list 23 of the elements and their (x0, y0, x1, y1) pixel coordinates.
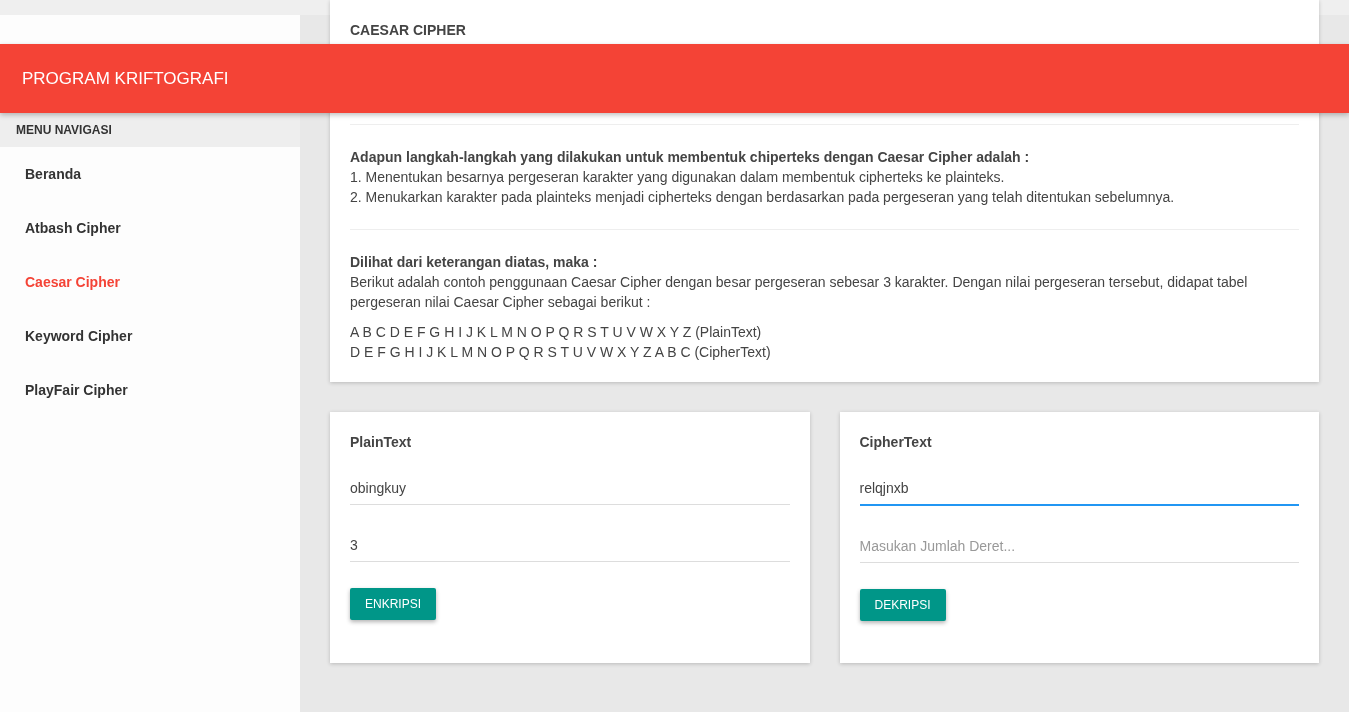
nav-item[interactable]: Beranda (0, 147, 300, 201)
alphabet-line: A B C D E F G H I J K L M N O P Q R S T U V W X Y Z (PlainText) (350, 323, 763, 342)
alphabet-line: D E F G H I J K L M N O P Q R S T U V W X Y Z A B C (CipherText) (350, 343, 772, 362)
app-title: PROGRAM KRIFTOGRAFI (22, 68, 229, 89)
encrypt-button[interactable]: ENKRIPSI (350, 588, 436, 620)
decrypt-button[interactable]: DEKRIPSI (859, 589, 946, 621)
paragraph: 2. Menukarkan karakter pada plainteks menjadi cipherteks dengan berdasarkan pada pergeseran yang telah ditentukan sebelumnya. (350, 188, 1176, 207)
nav-item[interactable]: PlayFair Cipher (0, 363, 300, 417)
nav-item[interactable]: Atbash Cipher (0, 201, 300, 255)
nav-item[interactable]: Keyword Cipher (0, 309, 300, 363)
form-title: PlainText (350, 434, 412, 450)
form-title: CipherText (859, 434, 932, 450)
card-title: CAESAR CIPHER (350, 22, 467, 38)
input-field[interactable]: obingkuy (350, 472, 790, 505)
paragraph: 1. Menentukan besarnya pergeseran karakter yang digunakan dalam membentuk cipherteks ke plainteks. (350, 168, 1006, 187)
input-field[interactable]: 3 (350, 529, 790, 562)
input-field[interactable]: Masukan Jumlah Deret... (859, 530, 1299, 563)
input-field[interactable]: relqjnxb (859, 472, 1299, 506)
nav-item[interactable]: Caesar Cipher (0, 255, 300, 309)
menu-heading: MENU NAVIGASI (0, 113, 300, 147)
section-heading: Dilihat dari keterangan diatas, maka : (350, 253, 599, 272)
section-heading: Adapun langkah-langkah yang dilakukan untuk membentuk chiperteks dengan Caesar Cipher adalah : (350, 148, 1031, 167)
paragraph: Berikut adalah contoh penggunaan Caesar Cipher dengan besar pergeseran sebesar 3 karakter. Dengan nilai pergeseran tersebut, didapat tabel pergeseran nilai Caesar Cipher sebagai berikut : (350, 273, 1249, 312)
